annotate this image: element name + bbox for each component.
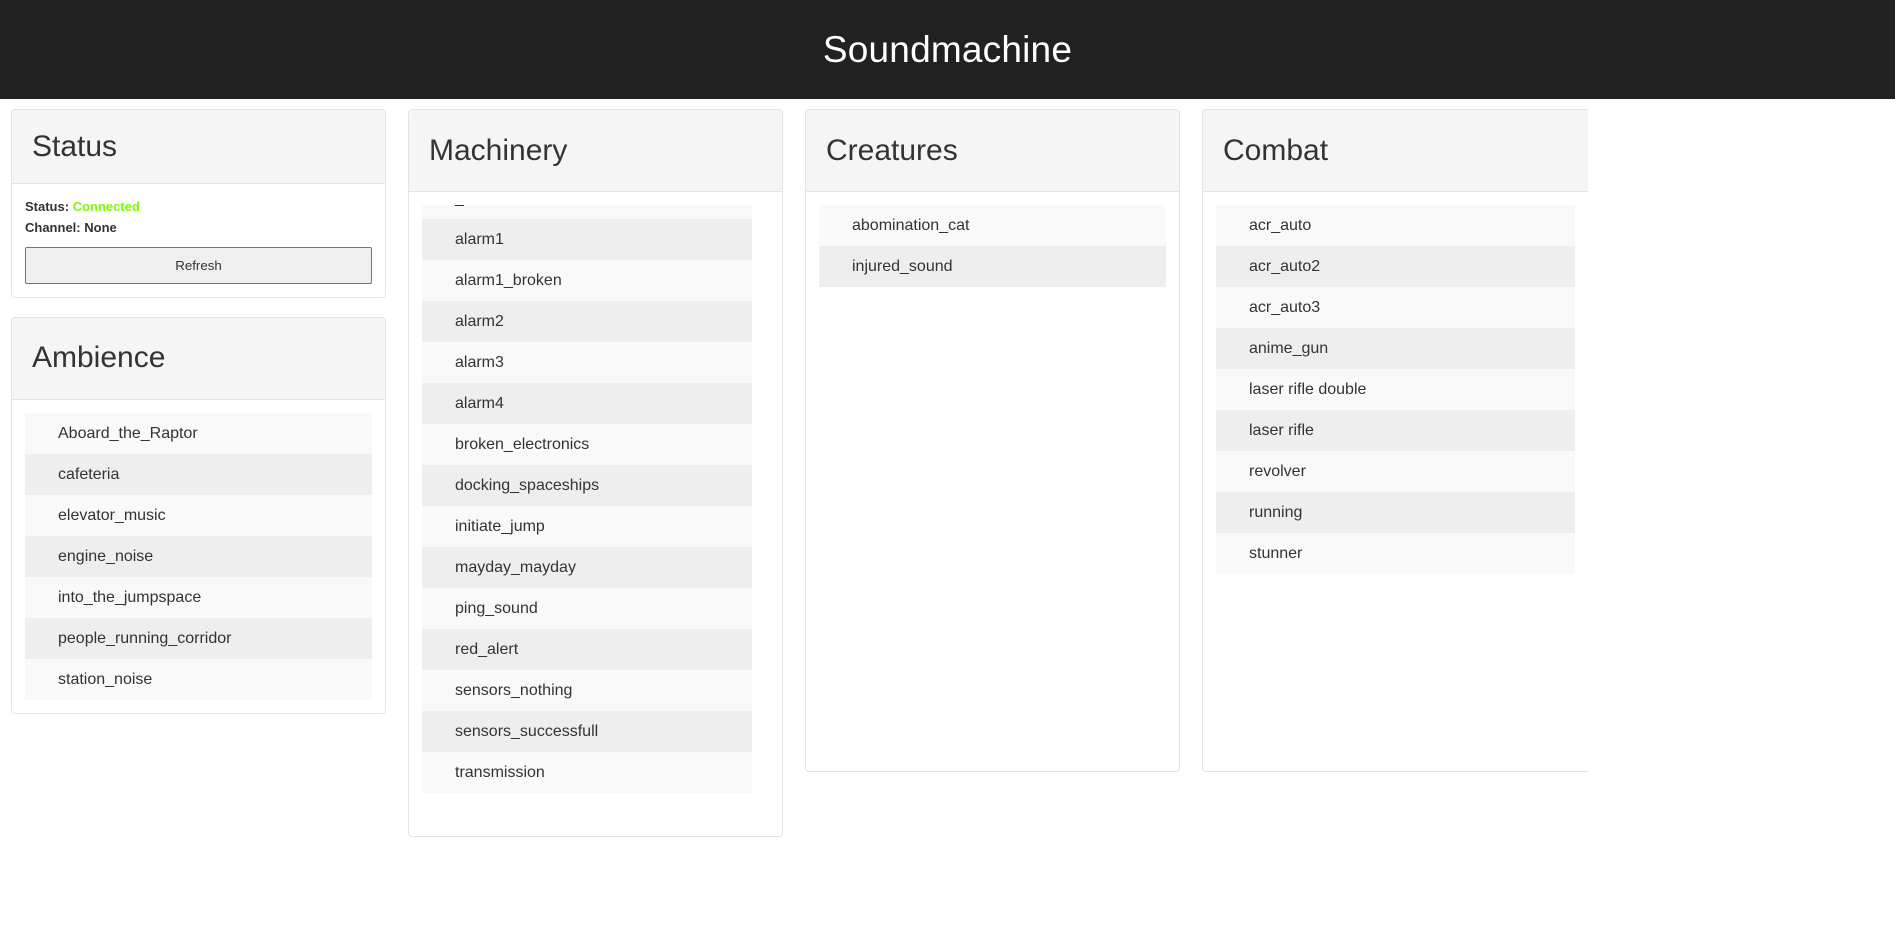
ambience-card: Ambience Aboard_the_Raptor cafeteria eleva… — [11, 316, 386, 714]
combat-card-title: Combat — [1223, 133, 1329, 167]
ambience-sound-item[interactable]: Aboard_the_Raptor — [25, 412, 372, 454]
creatures-sound-list: abomination_cat injured_sound — [819, 205, 1166, 287]
machinery-sound-item[interactable]: red_alert — [422, 629, 752, 670]
status-card: Status Status: Connected Channel: None R… — [11, 109, 386, 298]
status-card-title: Status — [32, 129, 118, 163]
ambience-sound-item[interactable]: into_the_jumpspace — [25, 576, 372, 618]
column-creatures: Creatures abomination_cat injured_sound — [794, 109, 1191, 791]
machinery-sound-item[interactable]: initiate_jump — [422, 506, 752, 547]
machinery-sound-item[interactable]: sensors_successfull — [422, 711, 752, 752]
combat-sound-item[interactable]: acr_auto2 — [1216, 246, 1575, 287]
creatures-sound-item[interactable]: injured_sound — [819, 246, 1166, 287]
combat-sound-item[interactable]: running — [1216, 492, 1575, 533]
machinery-sound-item[interactable]: ping_sound — [422, 588, 752, 629]
status-label: Status: — [25, 199, 70, 214]
combat-sound-list: acr_auto acr_auto2 acr_auto3 anime_gun laser… — [1216, 205, 1575, 574]
ambience-sound-list: Aboard_the_Raptor cafeteria elevator_music… — [25, 412, 372, 700]
creatures-card-body: abomination_cat injured_sound — [806, 192, 1179, 300]
status-badge: Connected — [72, 199, 140, 214]
combat-card-body: acr_auto acr_auto2 acr_auto3 anime_gun laser… — [1203, 192, 1588, 587]
machinery-sound-item[interactable]: alarm1_broken — [422, 260, 752, 301]
triangle-up-icon — [758, 211, 766, 216]
combat-sound-item[interactable]: acr_auto — [1216, 205, 1575, 246]
combat-card: Combat acr_auto acr_auto2 acr_auto3 anime_g… — [1202, 109, 1588, 772]
combat-sound-item[interactable]: anime_gun — [1216, 328, 1575, 369]
machinery-sound-item[interactable]: sensors_nothing — [422, 670, 752, 711]
combat-sound-item[interactable]: stunner — [1216, 533, 1575, 574]
column-combat: Combat acr_auto acr_auto2 acr_auto3 anime_g… — [1191, 109, 1588, 791]
machinery-card-header: Machinery — [409, 110, 782, 192]
machinery-sound-item[interactable]: docking_spaceships — [422, 465, 752, 506]
status-card-body: Status: Connected Channel: None Refresh — [12, 184, 385, 297]
main-content: Status Status: Connected Channel: None R… — [0, 99, 1895, 856]
ambience-card-body: Aboard_the_Raptor cafeteria elevator_music… — [12, 400, 385, 713]
column-status-ambience: Status Status: Connected Channel: None R… — [0, 109, 397, 733]
creatures-card: Creatures abomination_cat injured_sound — [805, 109, 1180, 772]
combat-sound-item[interactable]: revolver — [1216, 451, 1575, 492]
scrollbar-track-upper[interactable] — [753, 222, 769, 245]
ambience-sound-item[interactable]: engine_noise — [25, 535, 372, 577]
channel-status-line: Channel: None — [25, 220, 372, 236]
machinery-clipped-item[interactable]: _ — [422, 205, 752, 219]
combat-sound-item[interactable]: laser rifle — [1216, 410, 1575, 451]
column-machinery: Machinery _ alarm1alarm1_brokenalarm2ala… — [397, 109, 794, 856]
app-header: Soundmachine — [0, 0, 1895, 99]
creatures-sound-item[interactable]: abomination_cat — [819, 205, 1166, 246]
page-title: Soundmachine — [822, 29, 1073, 70]
combat-sound-item[interactable]: acr_auto3 — [1216, 287, 1575, 328]
connection-status-line: Status: Connected — [25, 199, 372, 215]
machinery-sound-item[interactable]: transmission — [422, 752, 752, 793]
machinery-scroll-region[interactable]: _ alarm1alarm1_brokenalarm2alarm3alarm4b… — [422, 205, 769, 823]
ambience-sound-item[interactable]: station_noise — [25, 658, 372, 700]
machinery-card-title: Machinery — [429, 133, 568, 167]
ambience-card-header: Ambience — [12, 317, 385, 400]
ambience-sound-item[interactable]: cafeteria — [25, 453, 372, 495]
creatures-card-header: Creatures — [806, 110, 1179, 192]
ambience-sound-item[interactable]: people_running_corridor — [25, 617, 372, 659]
ambience-card-title: Ambience — [32, 341, 166, 374]
machinery-sound-list: alarm1 alarm1_broken alarm2 alarm3 alarm4 bro… — [422, 219, 752, 793]
creatures-card-title: Creatures — [826, 133, 958, 167]
machinery-sound-item[interactable]: alarm1 — [422, 219, 752, 260]
triangle-down-icon — [758, 812, 766, 817]
machinery-sound-item[interactable]: alarm4 — [422, 383, 752, 424]
machinery-card: Machinery _ alarm1alarm1_brokenalarm2ala… — [408, 109, 783, 837]
status-card-header: Status — [12, 110, 385, 184]
machinery-scroll-inner: _ alarm1alarm1_brokenalarm2alarm3alarm4b… — [422, 205, 752, 823]
machinery-sound-item[interactable]: broken_electronics — [422, 424, 752, 465]
machinery-card-body: _ alarm1alarm1_brokenalarm2alarm3alarm4b… — [409, 192, 782, 836]
scrollbar-thumb[interactable] — [754, 245, 769, 773]
combat-sound-item[interactable]: laser rifle double — [1216, 369, 1575, 410]
channel-value: None — [84, 220, 117, 236]
refresh-button[interactable]: Refresh — [25, 246, 372, 284]
machinery-sound-item[interactable]: alarm2 — [422, 301, 752, 342]
scroll-down-arrow-icon[interactable] — [753, 806, 769, 823]
machinery-sound-item[interactable]: alarm3 — [422, 342, 752, 383]
machinery-scrollbar[interactable] — [752, 205, 769, 823]
machinery-sound-item[interactable]: mayday_mayday — [422, 547, 752, 588]
combat-card-header: Combat — [1203, 110, 1588, 192]
scroll-up-arrow-icon[interactable] — [753, 205, 769, 222]
ambience-sound-item[interactable]: elevator_music — [25, 494, 372, 536]
channel-label: Channel: — [25, 220, 81, 236]
machinery-clipped-item-label: _ — [455, 205, 464, 219]
